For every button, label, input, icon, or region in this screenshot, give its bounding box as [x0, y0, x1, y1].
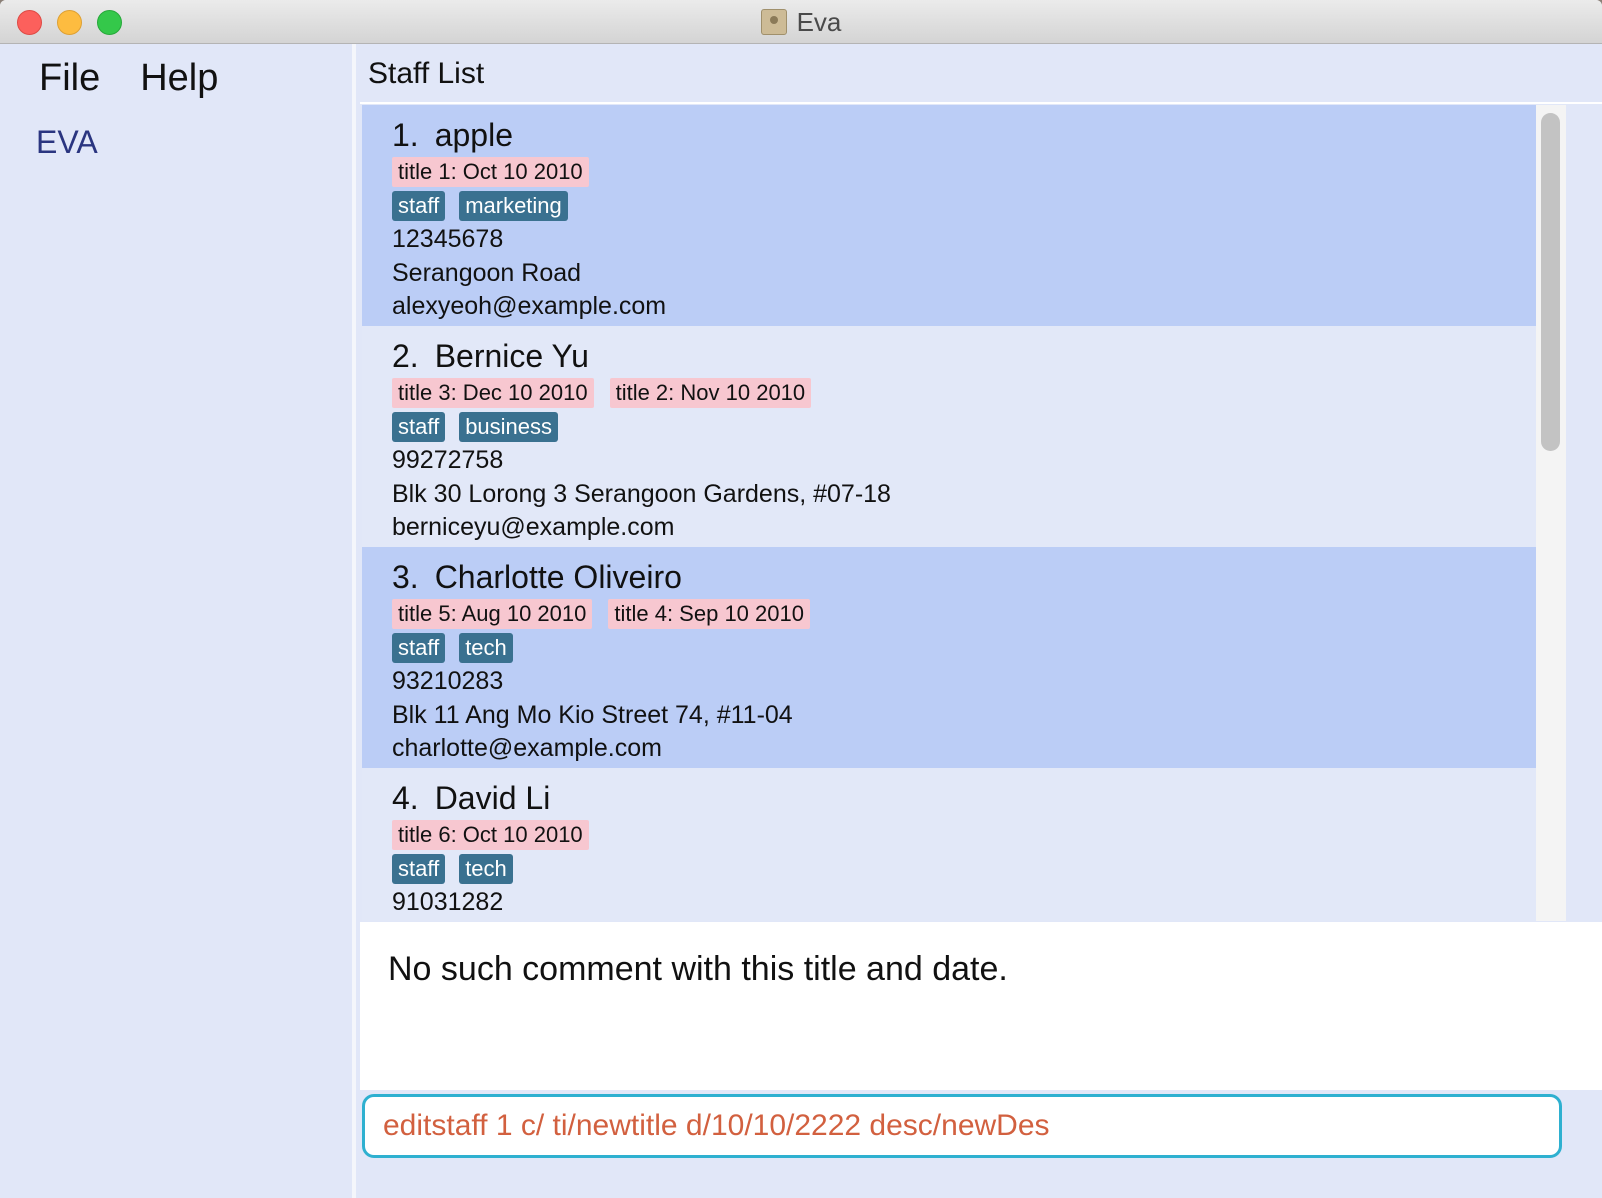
app-window: Eva File Help EVA Staff List 1. apple titl…	[0, 0, 1602, 1198]
tag-chip: tech	[459, 854, 513, 884]
staff-name: 1. apple	[392, 117, 1536, 153]
tag-chips: staff tech	[392, 633, 1536, 663]
staff-phone: 12345678	[392, 225, 504, 253]
staff-card[interactable]: 4. David Li title 6: Oct 10 2010 staff tech 9…	[362, 768, 1536, 921]
staff-name-text: Charlotte Oliveiro	[434, 559, 682, 595]
command-input[interactable]	[362, 1094, 1562, 1158]
tag-chip: staff	[392, 412, 446, 442]
staff-address: Serangoon Road	[392, 258, 582, 287]
app-icon	[760, 9, 787, 35]
comment-chip: title 5: Aug 10 2010	[392, 599, 593, 629]
comment-chip: title 3: Dec 10 2010	[392, 378, 594, 408]
staff-name: 4. David Li	[392, 780, 1536, 816]
window-title: Eva	[0, 0, 1602, 44]
staff-card[interactable]: 2. Bernice Yu title 3: Dec 10 2010 title 2:…	[362, 326, 1536, 547]
comment-chips: title 3: Dec 10 2010 title 2: Nov 10 2010	[392, 378, 1536, 408]
sidebar	[0, 44, 356, 1198]
tag-chip: business	[459, 412, 559, 442]
staff-card[interactable]: 1. apple title 1: Oct 10 2010 staff marketin…	[362, 105, 1536, 326]
command-area	[360, 1090, 1602, 1198]
staff-email: berniceyu@example.com	[392, 513, 675, 541]
tag-chip: marketing	[459, 191, 568, 221]
staff-index: 3.	[392, 559, 419, 595]
staff-name-text: apple	[434, 117, 513, 153]
tag-chips: staff business	[392, 412, 1536, 442]
staff-phone: 93210283	[392, 667, 504, 695]
window-title-text: Eva	[796, 6, 842, 37]
staff-card[interactable]: 3. Charlotte Oliveiro title 5: Aug 10 2010…	[362, 547, 1536, 768]
staff-name: 2. Bernice Yu	[392, 338, 1536, 374]
staff-email: alexyeoh@example.com	[392, 292, 667, 320]
staff-name-text: Bernice Yu	[434, 338, 589, 374]
tag-chip: staff	[392, 854, 446, 884]
result-message: No such comment with this title and date…	[388, 950, 1008, 988]
tag-chip: tech	[459, 633, 513, 663]
menu-bar: File Help	[39, 55, 258, 101]
staff-phone: 99272758	[392, 446, 504, 474]
comment-chips: title 6: Oct 10 2010	[392, 820, 1536, 850]
menu-help[interactable]: Help	[140, 55, 218, 101]
menu-file[interactable]: File	[39, 55, 100, 101]
comment-chip: title 4: Sep 10 2010	[608, 599, 810, 629]
staff-address: Blk 30 Lorong 3 Serangoon Gardens, #07-1…	[392, 479, 891, 508]
tag-chip: staff	[392, 191, 446, 221]
scrollbar-thumb[interactable]	[1541, 113, 1560, 451]
staff-phone: 91031282	[392, 888, 504, 916]
staff-email: charlotte@example.com	[392, 734, 662, 762]
result-display: No such comment with this title and date…	[360, 922, 1602, 1090]
staff-index: 1.	[392, 117, 419, 153]
tag-chip: staff	[392, 633, 446, 663]
staff-address: Blk 11 Ang Mo Kio Street 74, #11-04	[392, 700, 793, 729]
sidebar-brand: EVA	[36, 124, 98, 160]
staff-address: Blk 436 Serangoon Gardens Street 26, #16…	[392, 920, 1536, 922]
title-bar[interactable]: Eva	[0, 0, 1602, 44]
staff-list[interactable]: 1. apple title 1: Oct 10 2010 staff marketin…	[362, 105, 1536, 921]
staff-name-text: David Li	[434, 780, 551, 816]
comment-chip: title 2: Nov 10 2010	[609, 378, 812, 408]
comment-chips: title 5: Aug 10 2010 title 4: Sep 10 2010	[392, 599, 1536, 629]
comment-chip: title 6: Oct 10 2010	[392, 820, 589, 850]
staff-name: 3. Charlotte Oliveiro	[392, 559, 1536, 595]
comment-chips: title 1: Oct 10 2010	[392, 157, 1536, 187]
page-title: Staff List	[368, 57, 485, 90]
tag-chips: staff marketing	[392, 191, 1536, 221]
comment-chip: title 1: Oct 10 2010	[392, 157, 589, 187]
staff-list-header: Staff List	[360, 44, 1602, 104]
tag-chips: staff tech	[392, 854, 1536, 884]
staff-index: 2.	[392, 338, 419, 374]
staff-index: 4.	[392, 780, 419, 816]
